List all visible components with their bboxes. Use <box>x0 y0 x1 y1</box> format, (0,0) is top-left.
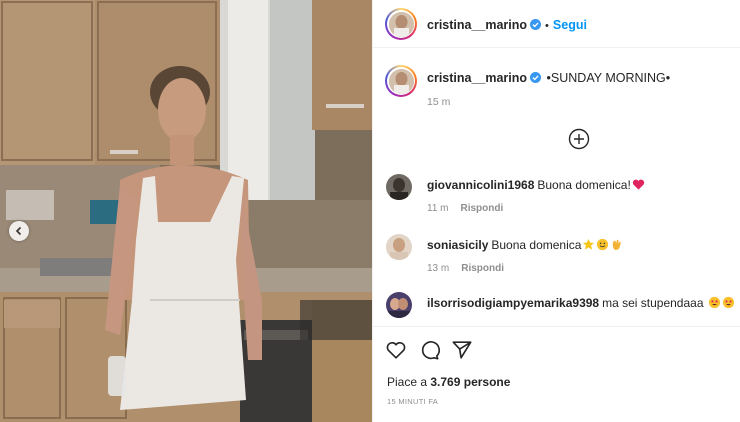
post-timestamp: 15 MINUTI FA <box>387 397 439 406</box>
post-actions: Piace a 3.769 persone 15 MINUTI FA <box>373 326 740 422</box>
likes-number: 3.769 <box>430 375 461 389</box>
commenter-avatar[interactable] <box>386 234 412 260</box>
comment-text: Buona domenica <box>491 238 582 252</box>
author-avatar[interactable] <box>385 8 417 40</box>
star-emoji-icon <box>583 238 595 250</box>
star-struck-emoji-icon <box>722 296 734 309</box>
comment-timestamp: 11 m <box>427 203 449 214</box>
separator-dot: • <box>545 20 549 32</box>
likes-prefix: Piace a <box>387 375 428 389</box>
comment-icon[interactable] <box>418 339 440 361</box>
caption-timestamp: 15 m <box>427 96 451 108</box>
heart-icon[interactable] <box>385 339 407 361</box>
kitchen-photo <box>0 0 372 422</box>
commenter-username[interactable]: giovannicolini1968 <box>427 178 534 192</box>
likes-suffix: persone <box>463 375 511 389</box>
caption-text: •SUNDAY MORNING• <box>546 71 671 85</box>
comment-text: ma sei stupendaaa <box>602 296 704 310</box>
commenter-avatar[interactable] <box>386 292 412 318</box>
likes-count[interactable]: Piace a 3.769 persone <box>387 375 510 389</box>
reply-button[interactable]: Rispondi <box>461 263 504 274</box>
carousel-prev-button[interactable] <box>9 221 29 241</box>
commenter-avatar[interactable] <box>386 174 412 200</box>
verified-badge-icon <box>530 19 542 30</box>
commenter-username[interactable]: soniasicily <box>427 238 488 252</box>
chevron-left-icon <box>15 226 22 236</box>
reply-button[interactable]: Rispondi <box>461 203 504 214</box>
red-heart-emoji-icon <box>632 179 644 190</box>
comment-timestamp: 13 m <box>427 263 450 274</box>
follow-button[interactable]: Segui <box>553 18 587 32</box>
verified-badge-icon <box>530 72 542 83</box>
commenter-username[interactable]: ilsorrisodigiampyemarika9398 <box>427 296 599 310</box>
paper-plane-icon[interactable] <box>451 339 473 361</box>
plus-circle-icon[interactable] <box>568 128 590 150</box>
smiling-face-emoji-icon <box>597 238 609 251</box>
star-struck-emoji-icon <box>708 296 720 309</box>
waving-hand-emoji-icon <box>613 239 622 250</box>
comment-text: Buona domenica! <box>537 178 631 192</box>
caption: cristina__marino •SUNDAY MORNING• <box>427 71 670 85</box>
author-username[interactable]: cristina__marino <box>427 18 527 32</box>
caption-avatar[interactable] <box>385 65 417 97</box>
post-photo[interactable] <box>0 0 372 422</box>
post-header: cristina__marino • Segui <box>373 0 740 48</box>
caption-username[interactable]: cristina__marino <box>427 71 527 85</box>
post-sidebar: cristina__marino • Segui cristina__marino … <box>372 0 740 422</box>
